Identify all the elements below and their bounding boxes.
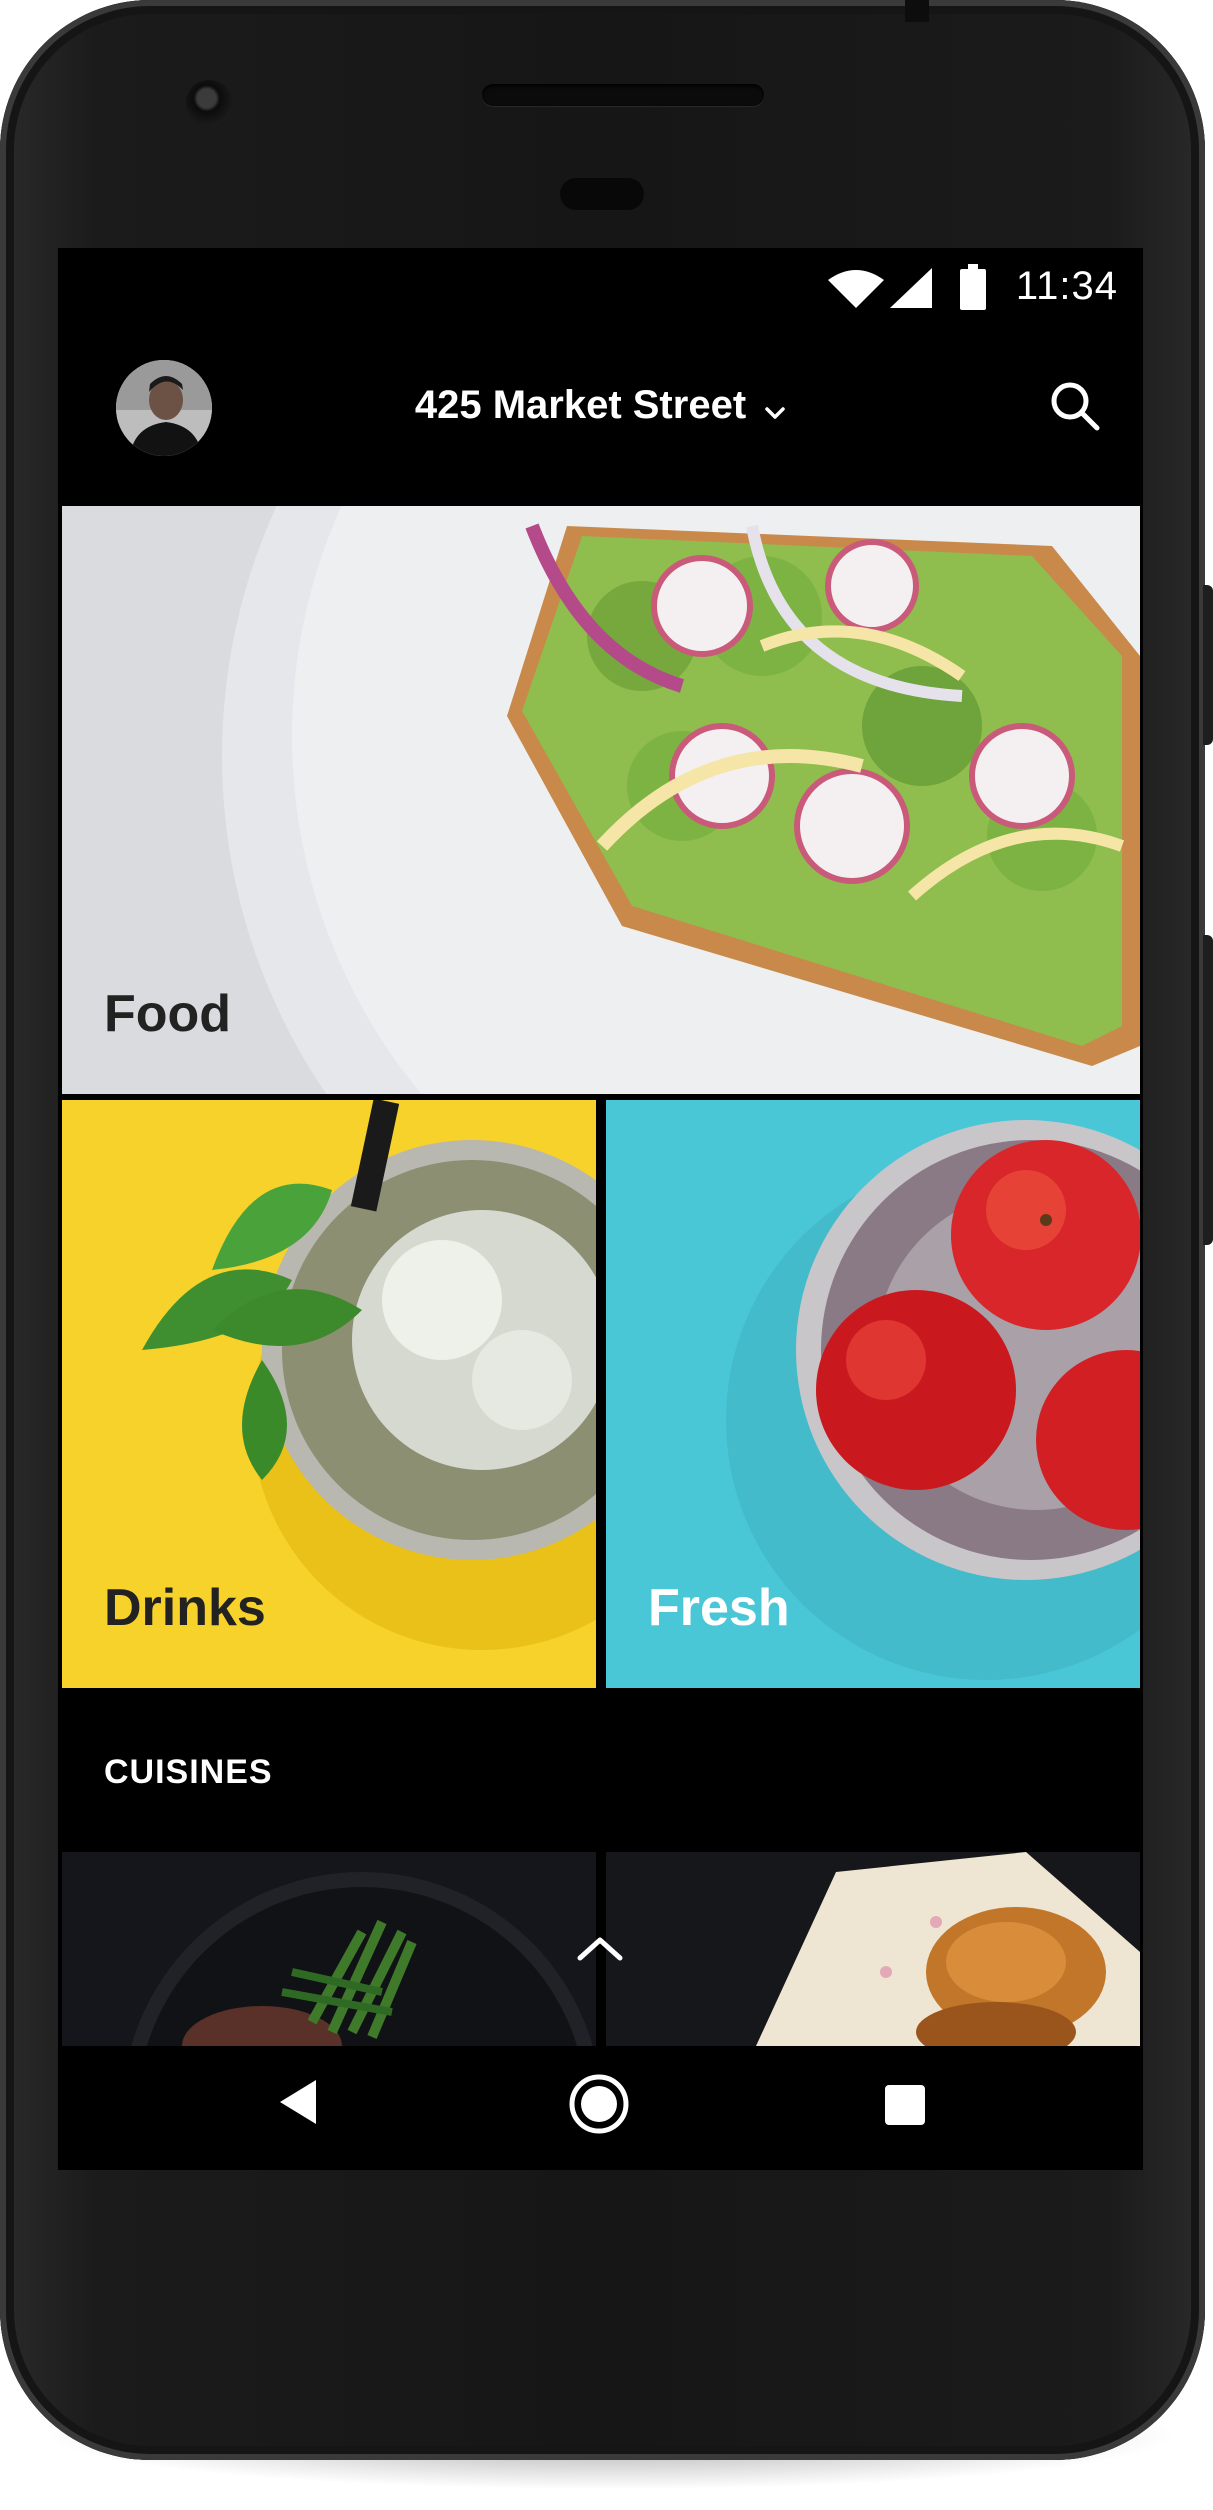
screen: 11:34 425 Market Street Food Drinks Fres…: [58, 248, 1143, 2170]
section-title-cuisines: CUISINES: [104, 1753, 273, 1791]
address-label: 425 Market Street: [414, 383, 747, 427]
category-label-food: Food: [104, 985, 232, 1043]
cell-signal-icon: [890, 268, 932, 308]
cuisine-photo: [606, 1852, 1140, 2046]
battery-icon: [960, 264, 986, 310]
status-bar: 11:34: [58, 248, 1143, 328]
cuisine-tile[interactable]: [62, 1852, 596, 2046]
back-icon: [280, 2080, 316, 2124]
recents-icon: [885, 2085, 925, 2125]
category-tile-drinks[interactable]: Drinks: [62, 1100, 596, 1688]
chevron-up-icon: [577, 1937, 623, 1961]
home-icon: [569, 2074, 629, 2134]
nav-home-button[interactable]: [568, 2073, 630, 2140]
delivery-address-selector[interactable]: 425 Market Street: [58, 383, 1143, 430]
power-button: [1203, 585, 1213, 745]
device-top-notch: [905, 0, 929, 22]
nav-back-button[interactable]: [276, 2078, 320, 2131]
search-icon: [1051, 382, 1100, 431]
volume-rocker: [1203, 935, 1213, 1245]
cuisine-tile[interactable]: [606, 1852, 1140, 2046]
nav-recents-button[interactable]: [884, 2084, 926, 2131]
category-tile-fresh[interactable]: Fresh: [606, 1100, 1140, 1688]
collapse-button[interactable]: [568, 1928, 632, 1973]
front-camera: [186, 80, 232, 126]
proximity-sensor: [560, 178, 644, 210]
cuisine-photo: [62, 1852, 596, 2046]
category-label-drinks: Drinks: [104, 1579, 266, 1637]
category-label-fresh: Fresh: [648, 1579, 790, 1637]
category-tile-food[interactable]: Food: [62, 506, 1140, 1094]
status-time: 11:34: [1015, 264, 1118, 308]
search-button[interactable]: [1047, 378, 1103, 439]
chevron-down-icon: [764, 385, 786, 430]
earpiece-speaker: [482, 84, 764, 106]
android-nav-bar: [58, 2046, 1143, 2170]
wifi-icon: [828, 270, 884, 308]
